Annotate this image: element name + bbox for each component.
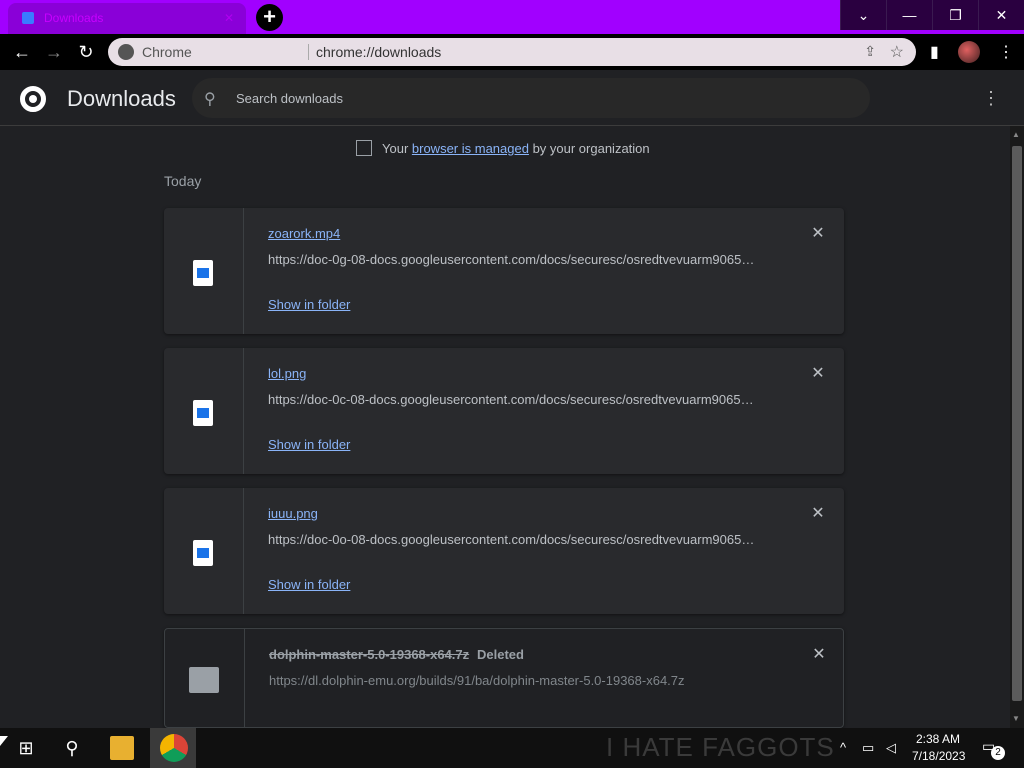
download-item: lol.png https://doc-0c-08-docs.googleuse… bbox=[164, 348, 844, 474]
file-name-link[interactable]: lol.png bbox=[268, 366, 306, 381]
address-bar[interactable]: Chrome chrome://downloads ⇪ ☆ bbox=[108, 38, 916, 66]
restore-button[interactable]: ❐ bbox=[932, 0, 978, 30]
show-in-folder-link[interactable]: Show in folder bbox=[268, 577, 350, 592]
tab-title: Downloads bbox=[44, 11, 104, 25]
side-panel-icon[interactable]: ▮ bbox=[930, 42, 939, 62]
share-icon[interactable]: ⇪ bbox=[864, 43, 876, 60]
taskbar-search-icon[interactable]: ⚲ bbox=[60, 736, 84, 760]
new-tab-button[interactable]: + bbox=[256, 4, 283, 31]
file-name-deleted: dolphin-master-5.0-19368-x64.7z bbox=[269, 647, 470, 662]
managed-suffix: by your organization bbox=[528, 141, 650, 156]
search-input[interactable] bbox=[236, 88, 836, 108]
downloads-header: Downloads ⚲ ⋮ bbox=[0, 70, 1024, 126]
file-url: https://doc-0g-08-docs.googleusercontent… bbox=[268, 252, 755, 267]
managed-prefix: Your bbox=[382, 141, 412, 156]
remove-item-icon[interactable]: ✕ bbox=[808, 364, 828, 384]
page-title: Downloads bbox=[67, 86, 176, 111]
search-box[interactable]: ⚲ bbox=[192, 78, 870, 118]
notification-count: 2 bbox=[991, 746, 1005, 760]
remove-item-icon[interactable]: ✕ bbox=[809, 645, 829, 665]
file-icon-area bbox=[164, 348, 244, 474]
remove-item-icon[interactable]: ✕ bbox=[808, 504, 828, 524]
chrome-menu-icon[interactable]: ⋮ bbox=[998, 42, 1014, 62]
clock-date[interactable]: 7/18/2023 bbox=[912, 749, 965, 763]
close-button[interactable]: ✕ bbox=[978, 0, 1024, 30]
taskbar-background-text: I HATE FAGGOTS bbox=[606, 732, 835, 762]
forward-button[interactable]: → bbox=[42, 40, 66, 64]
download-favicon-icon bbox=[22, 12, 34, 24]
volume-muted-icon[interactable]: ◁ bbox=[886, 740, 896, 756]
window-controls: ⌄ — ❐ ✕ bbox=[840, 0, 1024, 30]
tab-downloads[interactable]: Downloads ✕ bbox=[8, 3, 246, 34]
tab-close-icon[interactable]: ✕ bbox=[220, 9, 238, 27]
search-icon: ⚲ bbox=[204, 91, 216, 108]
windows-start-icon[interactable]: ⊞ bbox=[14, 736, 38, 760]
file-icon-area bbox=[165, 629, 245, 727]
scroll-up-icon[interactable]: ▲ bbox=[1012, 130, 1020, 139]
page-scrollbar[interactable]: ▲ ▼ bbox=[1010, 126, 1024, 728]
more-actions-icon[interactable]: ⋮ bbox=[982, 88, 1000, 108]
download-item-deleted: dolphin-master-5.0-19368-x64.7z Deleted … bbox=[164, 628, 844, 728]
scroll-down-icon[interactable]: ▼ bbox=[1012, 714, 1020, 723]
omnibox-url[interactable]: chrome://downloads bbox=[316, 44, 441, 60]
file-icon-area bbox=[164, 208, 244, 334]
mouse-cursor-icon bbox=[0, 736, 8, 746]
show-in-folder-link[interactable]: Show in folder bbox=[268, 297, 350, 312]
back-button[interactable]: ← bbox=[10, 40, 34, 64]
omnibox-chrome-label: Chrome bbox=[142, 44, 192, 60]
downloads-page: Downloads ⚲ ⋮ Your browser is managed by… bbox=[0, 70, 1024, 728]
section-date-label: Today bbox=[164, 173, 202, 189]
tab-search-button[interactable]: ⌄ bbox=[840, 0, 886, 30]
archive-file-icon bbox=[189, 667, 219, 693]
video-file-icon bbox=[193, 260, 213, 286]
managed-link[interactable]: browser is managed bbox=[412, 141, 529, 156]
omnibox-divider bbox=[308, 44, 309, 60]
site-info-icon[interactable] bbox=[118, 44, 134, 60]
title-bar: Downloads ✕ + ⌄ — ❐ ✕ bbox=[0, 0, 1024, 34]
file-explorer-icon[interactable] bbox=[110, 736, 134, 760]
download-item: zoarork.mp4 https://doc-0g-08-docs.googl… bbox=[164, 208, 844, 334]
image-file-icon bbox=[193, 540, 213, 566]
network-icon[interactable]: ▭ bbox=[862, 740, 874, 756]
file-url: https://dl.dolphin-emu.org/builds/91/ba/… bbox=[269, 673, 685, 688]
profile-avatar[interactable] bbox=[958, 41, 980, 63]
managed-notice: Your browser is managed by your organiza… bbox=[356, 140, 650, 156]
file-url: https://doc-0o-08-docs.googleusercontent… bbox=[268, 532, 755, 547]
reload-button[interactable]: ↻ bbox=[74, 40, 98, 64]
download-status: Deleted bbox=[477, 647, 524, 662]
file-name-link[interactable]: zoarork.mp4 bbox=[268, 226, 340, 241]
windows-taskbar: ⊞ ⚲ I HATE FAGGOTS ^ ▭ ◁ 2:38 AM 7/18/20… bbox=[0, 728, 1024, 768]
browser-toolbar: ← → ↻ Chrome chrome://downloads ⇪ ☆ ▮ ⋮ bbox=[0, 34, 1024, 70]
scroll-thumb[interactable] bbox=[1012, 146, 1022, 701]
chrome-logo-icon bbox=[20, 86, 46, 112]
file-name-link[interactable]: iuuu.png bbox=[268, 506, 318, 521]
remove-item-icon[interactable]: ✕ bbox=[808, 224, 828, 244]
tray-chevron-icon[interactable]: ^ bbox=[840, 740, 846, 755]
image-file-icon bbox=[193, 400, 213, 426]
clock-time[interactable]: 2:38 AM bbox=[916, 732, 960, 746]
file-url: https://doc-0c-08-docs.googleusercontent… bbox=[268, 392, 754, 407]
chrome-taskbar-icon[interactable] bbox=[160, 734, 188, 762]
minimize-button[interactable]: — bbox=[886, 0, 932, 30]
building-icon bbox=[356, 140, 372, 156]
show-in-folder-link[interactable]: Show in folder bbox=[268, 437, 350, 452]
file-icon-area bbox=[164, 488, 244, 614]
download-item: iuuu.png https://doc-0o-08-docs.googleus… bbox=[164, 488, 844, 614]
bookmark-star-icon[interactable]: ☆ bbox=[890, 42, 904, 62]
